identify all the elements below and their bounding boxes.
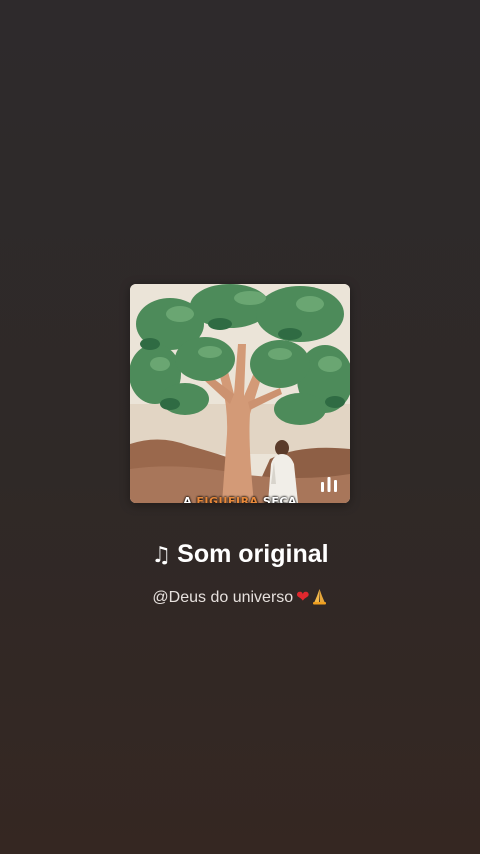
author-handle[interactable]: @Deus do universo — [152, 589, 293, 606]
heart-icon: ❤ — [296, 587, 310, 606]
audio-page: A FIGUEIRA SECA ♫ Som original @Deus do u… — [0, 0, 480, 854]
equalizer-bars-icon — [321, 477, 337, 492]
cover-illustration — [130, 284, 350, 503]
audio-title: ♫ Som original — [0, 540, 480, 569]
praying-hands-icon — [312, 589, 326, 605]
audio-cover-art[interactable]: A FIGUEIRA SECA — [130, 284, 350, 503]
audio-title-text: Som original — [177, 540, 329, 568]
cover-caption: A FIGUEIRA SECA — [183, 495, 297, 503]
music-note-icon: ♫ — [151, 543, 172, 568]
author-line[interactable]: @Deus do universo ❤ — [0, 587, 480, 607]
